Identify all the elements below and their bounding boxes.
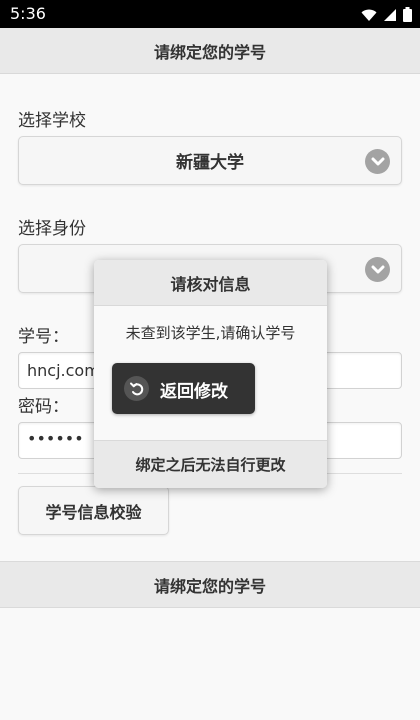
status-bar: 5:36 — [0, 0, 420, 28]
dialog-title: 请核对信息 — [94, 260, 327, 306]
dialog-message: 未查到该学生,请确认学号 — [125, 324, 296, 342]
back-to-edit-label: 返回修改 — [160, 382, 228, 402]
undo-icon — [124, 376, 149, 401]
status-time: 5:36 — [10, 4, 46, 23]
status-icons — [361, 7, 412, 26]
dialog-footer-note: 绑定之后无法自行更改 — [94, 440, 327, 488]
wifi-icon — [361, 7, 377, 26]
back-to-edit-button[interactable]: 返回修改 — [112, 363, 255, 414]
verify-info-dialog: 请核对信息 未查到该学生,请确认学号 返回修改 绑定之后无法自行更改 — [94, 260, 327, 488]
battery-icon — [403, 7, 412, 26]
signal-icon — [383, 7, 397, 26]
